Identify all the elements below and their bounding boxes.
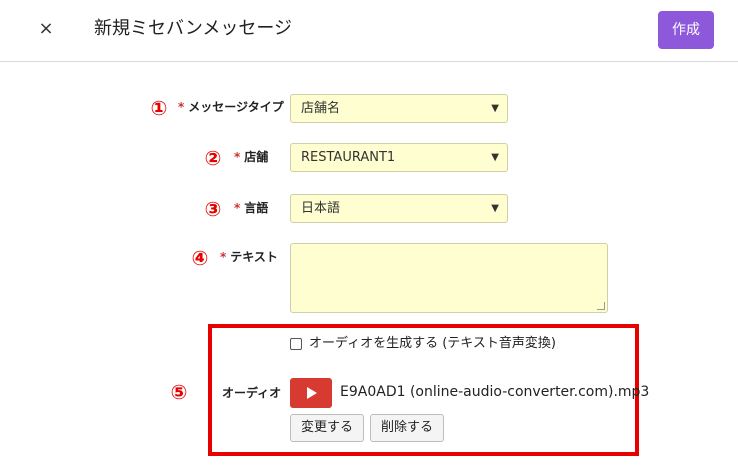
chevron-down-icon: ▼ (491, 152, 499, 163)
generate-audio-label[interactable]: オーディオを生成する (テキスト音声変換) (309, 335, 556, 353)
required-mark: * (234, 201, 241, 215)
store-value: RESTAURANT1 (301, 150, 396, 165)
language-label: * 言語 (234, 200, 268, 216)
required-mark: * (234, 150, 241, 164)
marker-5: ⑤ (170, 380, 188, 404)
marker-4: ④ (191, 246, 209, 270)
language-select[interactable]: 日本語 ▼ (290, 194, 508, 223)
text-label: * テキスト (220, 249, 278, 265)
language-label-text: 言語 (244, 201, 269, 215)
audio-filename: E9A0AD1 (online-audio-converter.com).mp3 (340, 384, 650, 400)
marker-2: ② (204, 146, 222, 170)
generate-audio-checkbox[interactable] (290, 338, 302, 350)
marker-3: ③ (204, 197, 222, 221)
marker-1: ① (150, 96, 168, 120)
play-icon (307, 387, 317, 399)
message-type-value: 店舗名 (301, 101, 341, 116)
resize-handle-icon[interactable] (597, 302, 605, 310)
dialog-title: 新規ミセバンメッセージ (94, 18, 292, 39)
language-value: 日本語 (301, 201, 341, 216)
chevron-down-icon: ▼ (491, 103, 499, 114)
text-input[interactable] (290, 243, 608, 313)
change-audio-button[interactable]: 変更する (290, 414, 364, 442)
store-label: * 店舗 (234, 149, 268, 165)
delete-audio-button[interactable]: 削除する (370, 414, 444, 442)
message-type-label: * メッセージタイプ (178, 99, 284, 115)
text-label-text: テキスト (230, 250, 278, 264)
message-type-select[interactable]: 店舗名 ▼ (290, 94, 508, 123)
required-mark: * (178, 100, 185, 114)
chevron-down-icon: ▼ (491, 203, 499, 214)
store-label-text: 店舗 (244, 150, 269, 164)
message-type-label-text: メッセージタイプ (188, 100, 284, 114)
close-icon[interactable]: × (36, 17, 56, 41)
store-select[interactable]: RESTAURANT1 ▼ (290, 143, 508, 172)
dialog-header: × 新規ミセバンメッセージ 作成 (0, 0, 738, 62)
audio-label: オーディオ (222, 386, 282, 400)
play-button[interactable] (290, 378, 332, 408)
required-mark: * (220, 250, 227, 264)
create-button[interactable]: 作成 (658, 11, 714, 49)
